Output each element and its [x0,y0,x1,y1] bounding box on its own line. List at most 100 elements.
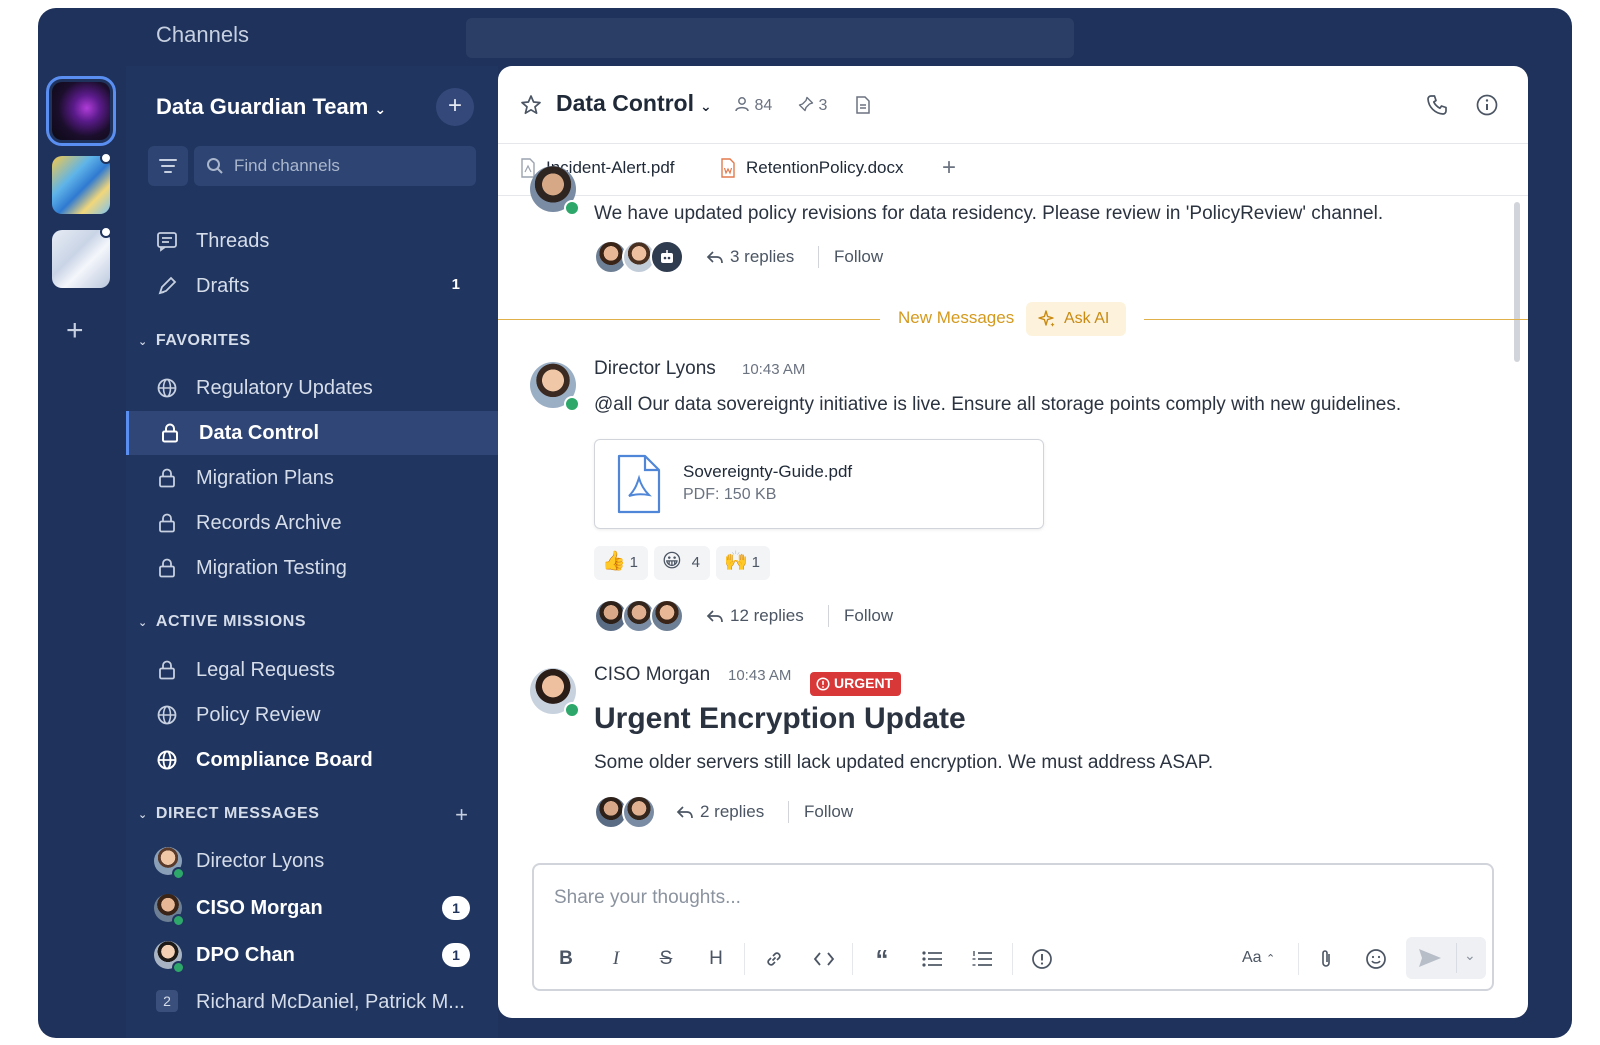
sidebar-item-label: Legal Requests [196,659,335,681]
dm-item-group[interactable]: 2 Richard McDaniel, Patrick M... [126,980,498,1024]
heading-button[interactable]: H [702,945,730,973]
avatar [530,166,580,216]
pencil-icon [158,276,177,295]
sidebar-item-regulatory-updates[interactable]: Regulatory Updates [126,366,498,410]
sidebar-item-label: Records Archive [196,512,342,534]
phone-icon[interactable] [1426,94,1448,116]
create-button[interactable]: + [436,88,474,126]
numbered-list-button[interactable] [968,945,996,973]
sidebar-item-compliance-board[interactable]: Compliance Board [126,738,498,782]
attach-button[interactable] [1312,945,1340,973]
reaction-grinning[interactable]: 😀 4 [654,546,710,580]
priority-button[interactable] [1028,945,1056,973]
replies-link[interactable]: 3 replies [730,247,794,267]
online-status-icon [564,702,580,718]
avatar[interactable] [530,362,580,412]
lock-icon [159,558,175,578]
unread-dot [100,226,112,238]
member-count-button[interactable]: 84 [734,96,772,115]
message-text: Some older servers still lack updated en… [594,752,1214,773]
dm-item-ciso-morgan[interactable]: CISO Morgan 1 [126,886,498,930]
reply-icon [706,251,723,264]
sidebar-item-threads[interactable]: Threads [126,219,498,263]
sidebar-item-label: Director Lyons [196,850,325,872]
reaction-emoji: 🙌 [724,551,748,572]
bold-button[interactable]: B [552,945,580,973]
add-tab-button[interactable]: + [942,154,956,182]
sidebar-item-migration-testing[interactable]: Migration Testing [126,546,498,590]
italic-button[interactable]: I [602,945,630,973]
section-toggle-direct-messages[interactable]: ⌄ DIRECT MESSAGES [138,805,320,823]
section-title: ACTIVE MISSIONS [155,613,307,630]
formatting-toggle-label: Aa [1242,949,1262,966]
message-sender[interactable]: CISO Morgan [594,664,710,686]
sidebar-item-label: Policy Review [196,704,321,726]
message-timestamp: 10:43 AM [728,667,792,684]
message-input[interactable] [554,887,1254,909]
strikethrough-button[interactable]: S [652,945,680,973]
replies-link[interactable]: 2 replies [700,802,764,822]
sidebar-item-policy-review[interactable]: Policy Review [126,693,498,737]
reaction-count: 1 [751,554,760,571]
filter-button[interactable] [148,146,188,186]
sidebar-item-legal-requests[interactable]: Legal Requests [126,648,498,692]
globe-icon [157,705,177,725]
file-attachment[interactable]: Sovereignty-Guide.pdf PDF: 150 KB [594,439,1044,529]
sidebar-item-records-archive[interactable]: Records Archive [126,501,498,545]
online-status-icon [172,914,185,927]
reaction-thumbs-up[interactable]: 👍 1 [594,546,648,580]
avatar[interactable] [530,668,580,718]
emoji-button[interactable] [1362,945,1390,973]
sidebar-item-migration-plans[interactable]: Migration Plans [126,456,498,500]
bot-icon [661,250,673,263]
dm-item-dpo-chan[interactable]: DPO Chan 1 [126,933,498,977]
channel-header: Data Control ⌄ 84 3 [498,66,1528,144]
section-toggle-active-missions[interactable]: ⌄ ACTIVE MISSIONS [138,613,306,631]
code-icon [813,952,835,966]
chevron-down-icon: ⌄ [374,101,387,117]
bulleted-list-button[interactable] [918,945,946,973]
sidebar-item-drafts[interactable]: Drafts 1 [126,264,498,308]
unread-dot [100,152,112,164]
files-icon[interactable] [855,96,871,114]
add-team-button[interactable]: + [66,316,84,346]
star-icon[interactable] [520,94,542,116]
send-icon[interactable] [1418,948,1442,968]
link-button[interactable] [760,945,788,973]
find-channels-input[interactable]: Find channels [194,146,476,186]
team-switcher-3[interactable] [52,230,110,288]
follow-button[interactable]: Follow [834,247,883,267]
follow-button[interactable]: Follow [804,802,853,822]
team-switcher-1[interactable] [46,76,116,146]
chevron-down-icon: ⌄ [138,809,148,821]
global-search-bar[interactable] [466,18,1074,58]
bullet-list-icon [922,951,942,967]
ask-ai-button[interactable]: Ask AI [1026,302,1126,336]
tab-retention-policy-docx[interactable]: RetentionPolicy.docx [721,158,904,178]
team-switcher-2[interactable] [52,156,110,214]
scrollbar[interactable] [1514,202,1520,362]
globe-icon [157,378,177,398]
bot-avatar [650,240,684,274]
group-member-count: 2 [156,990,178,1012]
follow-button[interactable]: Follow [844,606,893,626]
pinned-count-button[interactable]: 3 [798,96,827,115]
add-direct-message-button[interactable]: + [455,802,468,828]
formatting-toggle[interactable]: Aa ⌃ [1242,949,1275,967]
sidebar-item-label: Threads [196,230,270,252]
team-name-dropdown[interactable]: Data Guardian Team ⌄ [156,94,386,120]
reaction-raised-hands[interactable]: 🙌 1 [716,546,770,580]
reaction-count: 4 [691,554,700,571]
code-button[interactable] [810,945,838,973]
dm-item-director-lyons[interactable]: Director Lyons [126,839,498,883]
section-toggle-favorites[interactable]: ⌄ FAVORITES [138,332,251,350]
lock-icon [159,660,175,680]
message-sender[interactable]: Director Lyons [594,358,716,380]
replies-link[interactable]: 12 replies [730,606,804,626]
quote-button[interactable]: “ [868,945,896,973]
chevron-down-icon[interactable]: ⌄ [1464,947,1476,964]
channel-name-dropdown[interactable]: Data Control ⌄ [556,90,712,117]
info-icon[interactable] [1476,94,1498,116]
sidebar-item-data-control[interactable]: Data Control [126,411,498,455]
reply-icon [676,806,693,819]
